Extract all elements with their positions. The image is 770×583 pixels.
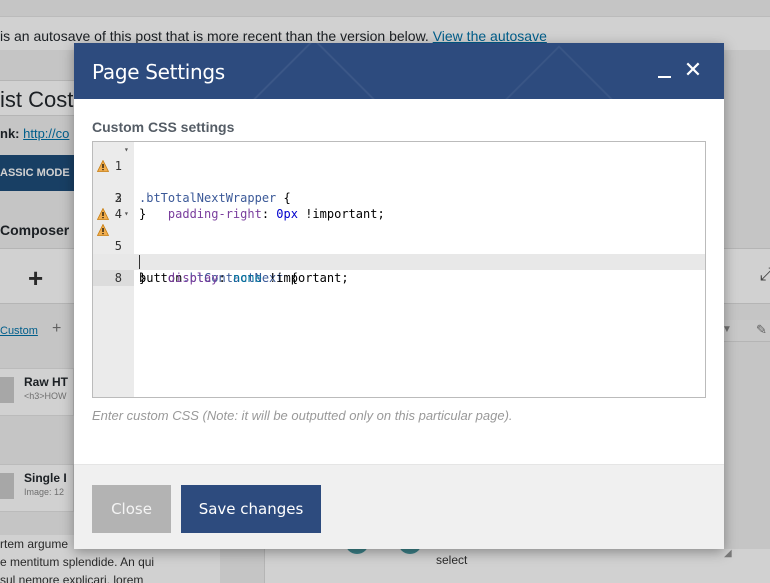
code-line: 1 ▾ .btTotalNextWrapper { <box>93 142 705 205</box>
code-line: 4 <box>93 190 705 221</box>
modal-header: Page Settings ✕ <box>74 43 724 99</box>
warning-icon <box>97 224 109 236</box>
code-text: } <box>139 271 147 285</box>
line-number: 8 <box>93 270 134 286</box>
code-line-active: 8 <box>93 254 705 286</box>
code-line: 3 } <box>93 174 705 221</box>
code-line: 6 display: none !important; <box>93 222 705 285</box>
css-code-editor[interactable]: 1 ▾ .btTotalNextWrapper { 2 padding-righ… <box>92 141 706 398</box>
header-decoration <box>481 45 637 99</box>
fold-icon[interactable]: ▾ <box>124 206 129 222</box>
code-line: 5 ▾ button.btContactNext { <box>93 206 705 285</box>
page-settings-modal: Page Settings ✕ Custom CSS settings 1 ▾ … <box>74 43 732 559</box>
code-line: 2 padding-right: 0px !important; <box>93 158 705 221</box>
close-button[interactable]: Close <box>92 485 171 533</box>
close-icon[interactable]: ✕ <box>682 57 704 83</box>
warning-icon <box>97 208 109 220</box>
custom-css-label: Custom CSS settings <box>92 119 235 135</box>
resize-handle-icon[interactable]: ◢ <box>724 548 732 559</box>
modal-title: Page Settings <box>92 60 225 84</box>
modal-footer: Close Save changes <box>74 464 724 549</box>
text-cursor <box>139 255 140 269</box>
css-helper-text: Enter custom CSS (Note: it will be outpu… <box>92 408 513 423</box>
warning-icon <box>97 160 109 172</box>
minimize-icon <box>657 76 671 78</box>
code-line: 7 } <box>93 238 705 285</box>
code-text: display: none !important; <box>167 271 349 285</box>
minimize-button[interactable] <box>653 57 675 83</box>
header-decoration <box>229 43 399 99</box>
save-changes-button[interactable]: Save changes <box>181 485 321 533</box>
fold-icon[interactable]: ▾ <box>124 142 129 158</box>
